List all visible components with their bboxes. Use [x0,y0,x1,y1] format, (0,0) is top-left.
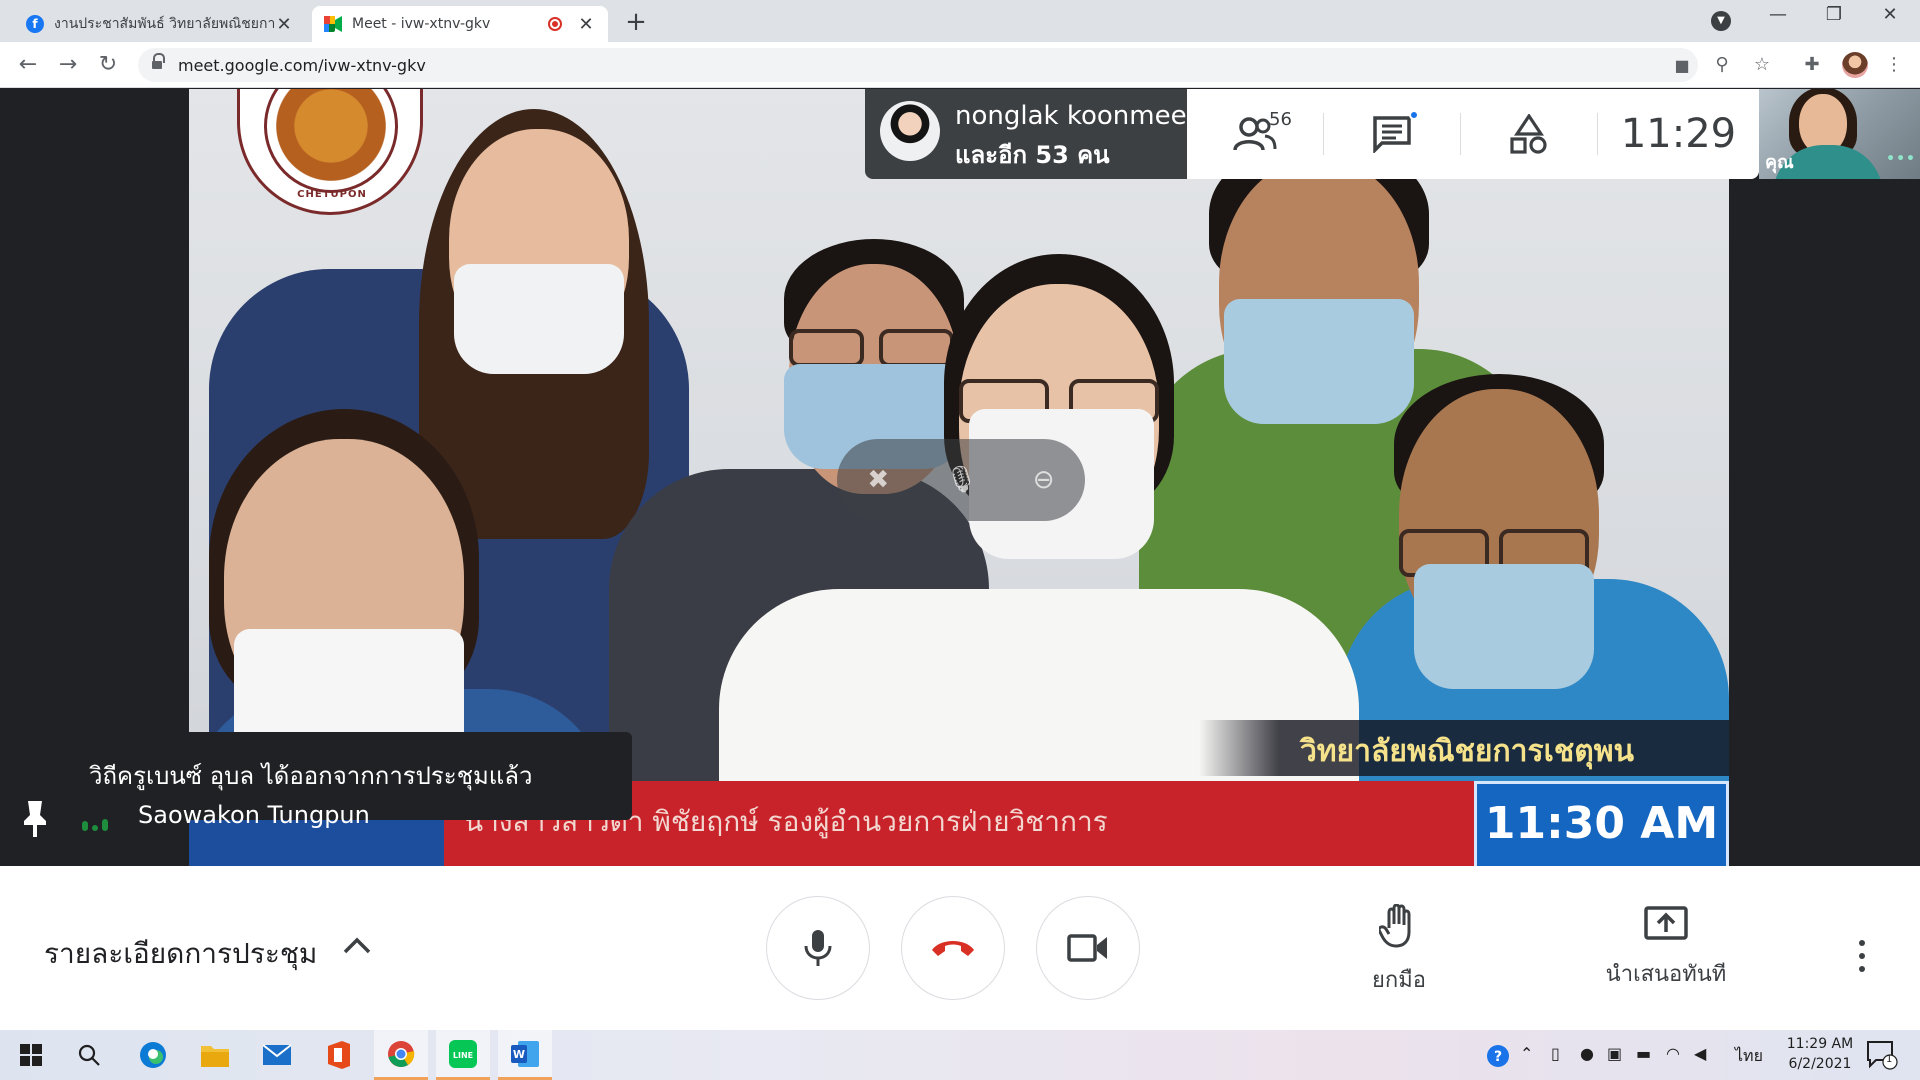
avatar [880,101,940,161]
taskbar-date: 6/2/2021 [1788,1056,1852,1072]
wifi-icon[interactable]: ◠ [1666,1044,1680,1063]
svg-text:LINE: LINE [453,1051,473,1060]
windows-start-icon[interactable] [4,1030,58,1080]
more-options-icon[interactable] [1850,936,1874,976]
back-icon[interactable]: ← [14,51,42,79]
tab-title: งานประชาสัมพันธ์ วิทยาลัยพณิชยการ... [54,16,274,32]
forward-icon[interactable]: → [54,51,82,79]
pinned-participant-name: Saowakon Tungpun [138,801,370,829]
lock-icon [152,53,165,70]
meeting-time: 11:29 [1620,111,1737,157]
windows-taskbar: LINE W ? ⌃ ▯ ● ▣ ▬ ◠ ◀ ไทย 11:29 AM 6/2/… [0,1030,1920,1080]
close-tab-icon[interactable]: ✕ [274,14,294,35]
raise-hand-label: ยกมือ [1372,968,1426,993]
extensions-icon[interactable]: ✚ [1798,51,1826,79]
close-tab-icon[interactable]: ✕ [576,14,596,35]
tab-title: Meet - ivw-xtnv-gkv [352,16,491,32]
speaking-indicator-icon [82,807,114,831]
restore-icon[interactable]: ❐ [1814,4,1854,25]
unread-chat-badge [1409,110,1419,120]
office-icon[interactable] [312,1030,366,1080]
url-text: meet.google.com/ivw-xtnv-gkv [178,56,426,75]
microphone-tray-icon[interactable]: ● [1580,1044,1594,1063]
remove-participant-icon[interactable]: ⊖ [1024,460,1064,500]
tab-search-icon[interactable]: ▼ [1711,11,1731,31]
profile-avatar[interactable] [1842,52,1868,78]
video-clock: 11:30 AM [1474,781,1729,866]
meeting-clock: 11:29 [1598,89,1759,179]
college-name-caption: วิทยาลัยพณิชยการเชตุพน [1299,734,1634,769]
mail-icon[interactable] [250,1030,304,1080]
self-label: คุณ [1765,152,1794,173]
line-icon[interactable]: LINE [436,1030,490,1080]
google-meet-icon [324,15,342,33]
browser-tab-strip: f งานประชาสัมพันธ์ วิทยาลัยพณิชยการ... ✕… [0,0,1920,42]
close-window-icon[interactable]: ✕ [1870,4,1910,25]
leave-call-button[interactable] [901,896,1005,1000]
others-count: และอีก 53 คน [955,141,1110,169]
tab-facebook[interactable]: f งานประชาสัมพันธ์ วิทยาลัยพณิชยการ... ✕ [14,6,306,42]
recording-icon [548,17,562,31]
raise-hand-button[interactable]: ยกมือ [1364,903,1434,997]
chrome-icon[interactable] [374,1030,428,1080]
display-icon[interactable]: ▣ [1607,1044,1622,1063]
edge-icon[interactable] [126,1030,180,1080]
help-icon[interactable]: ? [1486,1044,1510,1072]
self-video-tile[interactable]: คุณ ••• [1759,89,1920,179]
taskbar-time: 11:29 AM [1786,1036,1854,1052]
browser-toolbar: ← → ↻ meet.google.com/ivw-xtnv-gkv ■ ⚲ ☆… [0,42,1920,88]
present-now-label: นำเสนอทันที [1605,962,1727,987]
presenter-name: nonglak koonmee [955,101,1187,131]
tile-hover-controls: ✖ 🎙 ⊖ [837,439,1085,521]
search-icon[interactable] [62,1030,116,1080]
battery-icon[interactable]: ▬ [1636,1044,1651,1063]
notifications-icon[interactable]: 1 [1866,1040,1900,1074]
tab-meet[interactable]: Meet - ivw-xtnv-gkv ✕ [312,6,608,42]
presenter-card: nonglak koonmee และอีก 53 คน [865,89,1187,179]
unpin-icon[interactable]: ✖ [858,460,898,500]
present-icon [1600,904,1732,952]
participant-count: 56 [1269,109,1292,130]
camera-button[interactable] [1036,896,1140,1000]
input-language[interactable]: ไทย [1735,1044,1763,1069]
pin-icon [22,799,50,837]
shapes-icon [1510,114,1547,154]
mute-participant-icon[interactable]: 🎙 [941,460,981,500]
volume-icon[interactable]: ◀ [1694,1044,1706,1063]
hand-icon [1364,903,1434,958]
meet-bottom-bar: รายละเอียดการประชุม ยกมือ นำเสนอทันที [0,866,1920,1030]
bookmark-star-icon[interactable]: ☆ [1748,51,1776,79]
meeting-details-button[interactable]: รายละเอียดการประชุม [44,932,317,976]
minimize-icon[interactable]: — [1758,4,1798,25]
microphone-icon [804,930,832,966]
chrome-menu-icon[interactable]: ⋮ [1880,51,1908,79]
address-bar[interactable]: meet.google.com/ivw-xtnv-gkv ■ [138,48,1698,82]
facebook-icon: f [26,15,44,33]
activities-button[interactable] [1461,89,1597,179]
taskbar-clock[interactable]: 11:29 AM 6/2/2021 [1775,1034,1865,1074]
present-now-button[interactable]: นำเสนอทันที [1600,904,1732,991]
end-call-icon [932,941,974,956]
participants-button[interactable] [1187,89,1323,179]
zoom-icon[interactable]: ⚲ [1708,51,1736,79]
new-tab-button[interactable]: + [622,7,650,37]
camera-icon [1067,934,1107,962]
meet-stage: CHETUPON วิทยาลัยพณิชยการเชตุพน นางสาวสา… [0,89,1920,866]
more-options-icon[interactable]: ••• [1886,151,1916,167]
meeting-info-panel: 56 11:29 [1187,89,1759,179]
microphone-button[interactable] [766,896,870,1000]
svg-text:W: W [513,1048,525,1061]
chat-icon [1373,116,1411,153]
word-icon[interactable]: W [498,1030,552,1080]
college-logo: CHETUPON [237,89,423,215]
device-icon[interactable]: ▯ [1551,1044,1560,1063]
reload-icon[interactable]: ↻ [94,51,122,79]
show-hidden-icons-icon[interactable]: ⌃ [1520,1044,1533,1063]
chat-button[interactable] [1324,89,1460,179]
chevron-up-icon[interactable] [342,932,372,962]
notification-count: 1 [1886,1054,1893,1065]
camera-in-use-icon[interactable]: ■ [1671,55,1693,77]
file-explorer-icon[interactable] [188,1030,242,1080]
svg-text:?: ? [1494,1049,1502,1065]
